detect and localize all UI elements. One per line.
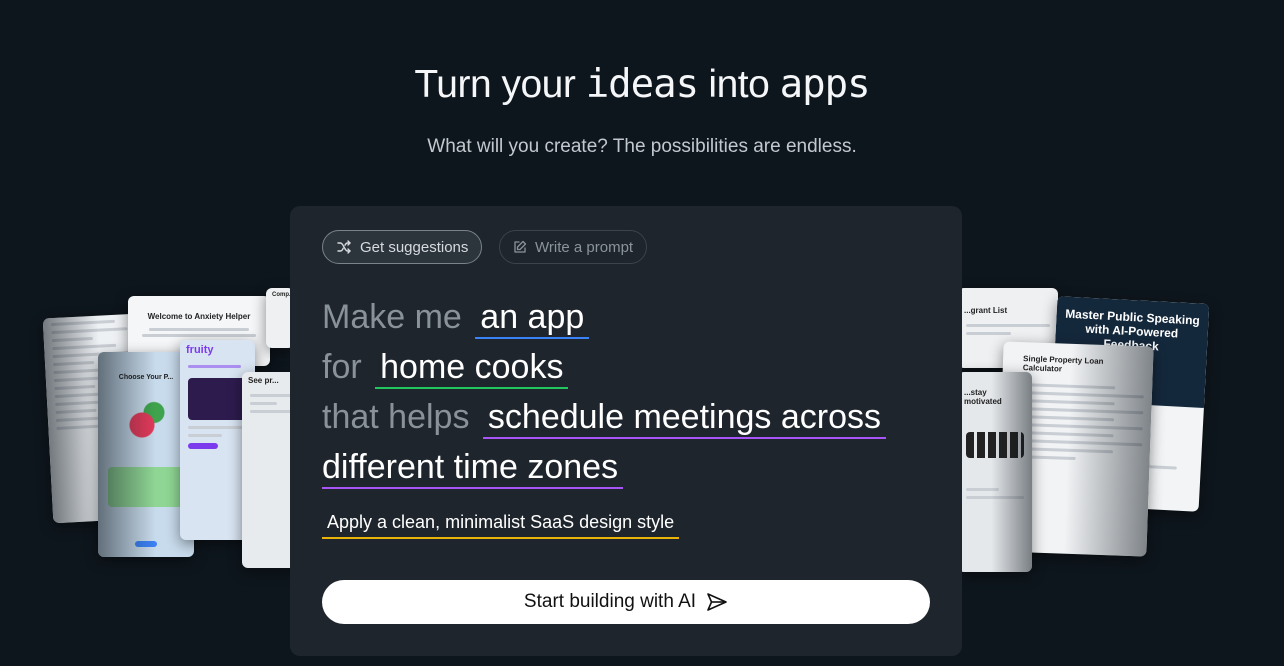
preview-card-stay-motivated: ...stay motivated <box>958 372 1032 572</box>
send-icon <box>707 593 727 611</box>
page-title: Turn your ideas into apps <box>0 62 1284 107</box>
title-text: Turn your <box>414 63 586 106</box>
prompt-builder-panel: Get suggestions Write a prompt Make me a… <box>290 206 962 656</box>
prompt-row: for home cooks <box>322 342 942 392</box>
title-text: into <box>698 63 780 106</box>
prompt-row: different time zones <box>322 442 942 492</box>
audience-slot[interactable]: home cooks <box>375 347 569 389</box>
prompt-lead-text: for <box>322 348 362 386</box>
prompt-sentence: Make me an app for home cooks that helps… <box>322 292 942 492</box>
get-suggestions-tab[interactable]: Get suggestions <box>322 230 483 264</box>
prompt-lead-text: Make me <box>322 298 462 336</box>
get-suggestions-label: Get suggestions <box>360 238 469 256</box>
start-building-label: Start building with AI <box>523 591 697 612</box>
prompt-row: that helps schedule meetings across <box>322 392 942 442</box>
write-prompt-label: Write a prompt <box>535 238 634 256</box>
write-prompt-tab[interactable]: Write a prompt <box>499 230 648 264</box>
purpose-slot-continued[interactable]: different time zones <box>322 447 624 489</box>
title-pixel-word: ideas <box>585 62 699 107</box>
prompt-lead-text: that helps <box>322 398 470 436</box>
page-subtitle: What will you create? The possibilities … <box>427 136 857 157</box>
shuffle-icon <box>337 240 351 254</box>
design-style-slot[interactable]: Apply a clean, minimalist SaaS design st… <box>322 512 680 539</box>
app-type-slot[interactable]: an app <box>475 297 590 339</box>
edit-icon <box>514 240 527 253</box>
prompt-row: Make me an app <box>322 292 942 342</box>
title-pixel-word: apps <box>779 62 871 107</box>
start-building-button[interactable]: Start building with AI <box>322 580 930 624</box>
purpose-slot[interactable]: schedule meetings across <box>482 397 886 439</box>
